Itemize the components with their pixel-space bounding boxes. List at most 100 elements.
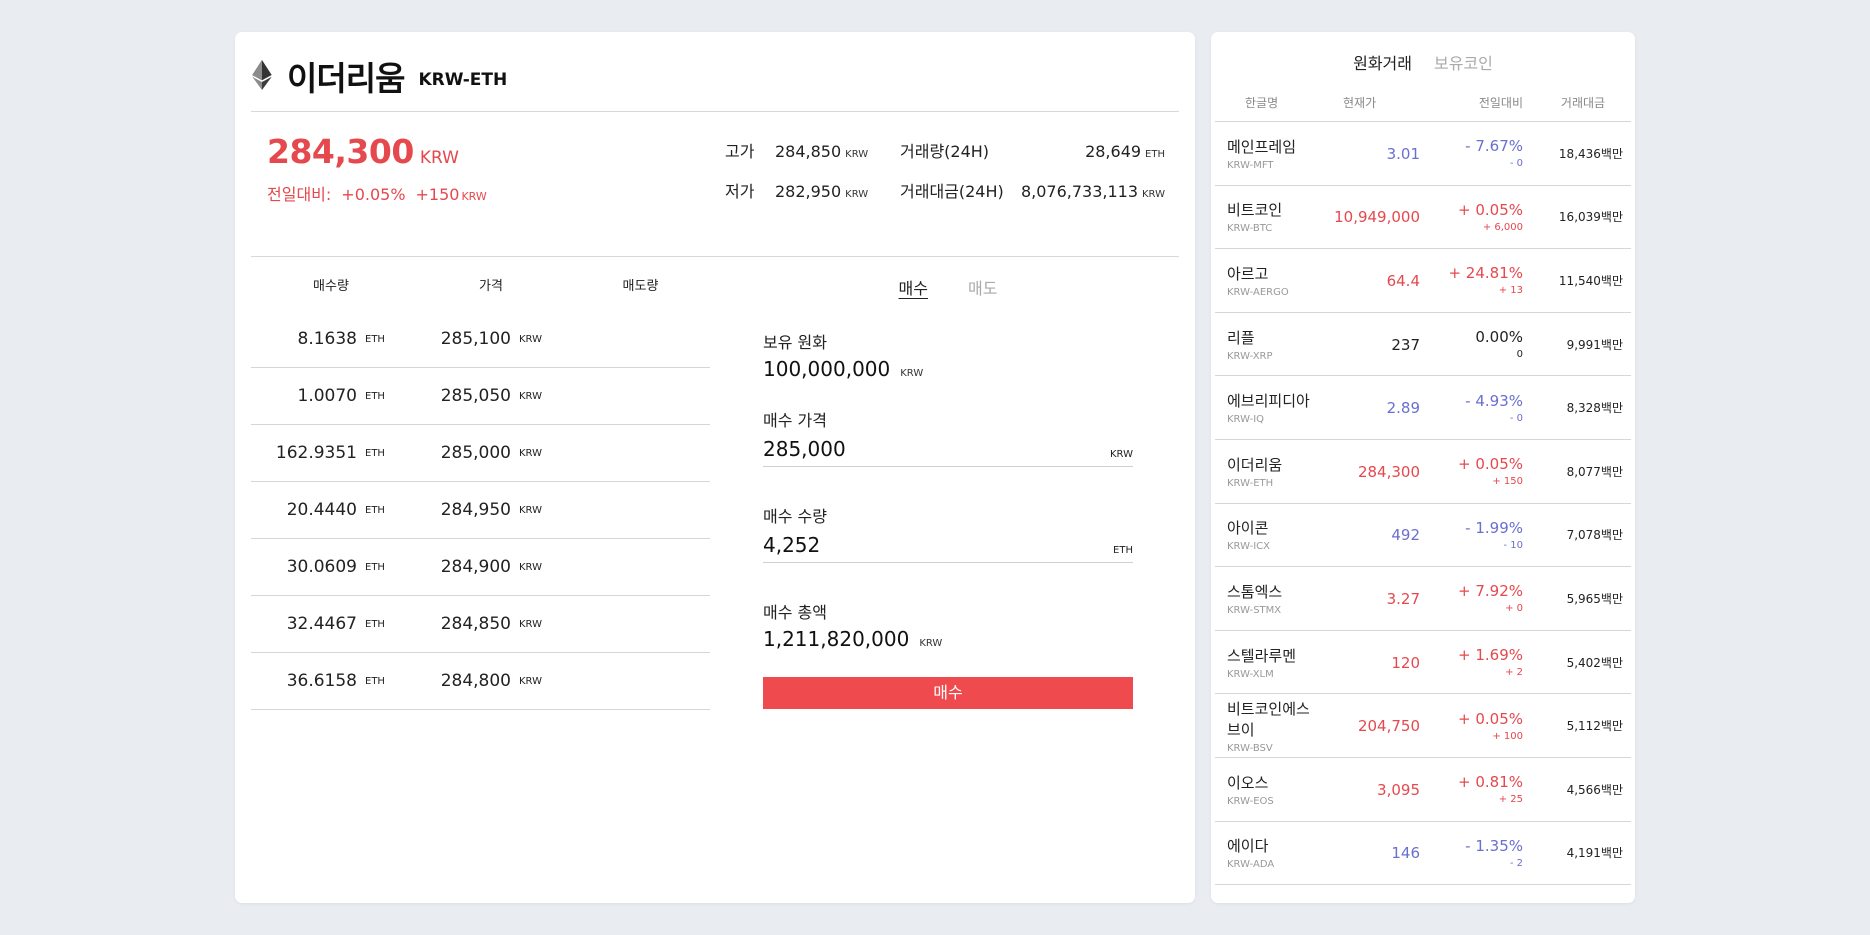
market-row[interactable]: 에브리피디아 KRW-IQ 2.89 - 4.93% - 0 8,328백만 xyxy=(1215,376,1631,440)
market-row[interactable]: 비트코인 KRW-BTC 10,949,000 + 0.05% + 6,000 16,03… xyxy=(1215,186,1631,250)
market-row[interactable]: 아이콘 KRW-ICX 492 - 1.99% - 10 7,078백만 xyxy=(1215,504,1631,568)
buy-price-input[interactable]: 285,000 KRW xyxy=(763,433,1133,467)
coin-trade-amount: 4,566백만 xyxy=(1566,782,1623,797)
balance-label: 보유 원화 xyxy=(763,333,827,352)
buy-qty-label: 매수 수량 xyxy=(763,507,827,526)
header-sell-qty: 매도량 xyxy=(622,278,659,294)
tab-holding-coins[interactable]: 보유코인 xyxy=(1434,50,1493,84)
buy-qty-input[interactable]: 4,252 ETH xyxy=(763,529,1133,563)
volume-label: 거래량(24H) xyxy=(900,142,990,161)
buy-qty: 36.6158 xyxy=(286,671,357,691)
orderbook-row[interactable]: 32.4467 ETH 284,850 KRW xyxy=(251,596,710,653)
order-form: 매수 매도 보유 원화 100,000,000 KRW 매수 가격 285,000… xyxy=(763,257,1133,709)
coin-change-pct: + 0.05% xyxy=(1458,200,1523,219)
coin-trade-amount: 9,991백만 xyxy=(1566,337,1623,352)
header-price: 가격 xyxy=(479,278,503,294)
coin-trade-amount: 7,078백만 xyxy=(1566,528,1623,543)
orderbook-row[interactable]: 162.9351 ETH 285,000 KRW xyxy=(251,425,710,482)
coin-change-pct: + 7.92% xyxy=(1458,582,1523,601)
buy-total-label: 매수 총액 xyxy=(763,603,827,622)
coin-change-pct: + 1.69% xyxy=(1458,646,1523,665)
price-change: 전일대비: +0.05% +150 KRW xyxy=(267,181,487,205)
price-unit: KRW xyxy=(519,390,542,402)
coin-code: KRW-XLM xyxy=(1227,668,1274,680)
market-row[interactable]: 스텔라루멘 KRW-XLM 120 + 1.69% + 2 5,402백만 xyxy=(1215,631,1631,695)
orderbook-row[interactable]: 30.0609 ETH 284,900 KRW xyxy=(251,539,710,596)
coin-change-abs: - 2 xyxy=(1509,857,1523,869)
high-value: 284,850 KRW xyxy=(775,142,869,161)
coin-change-abs: + 150 xyxy=(1492,476,1523,488)
coin-change-abs: - 0 xyxy=(1509,412,1523,424)
order-price: 285,000 xyxy=(440,443,511,463)
coin-code: KRW-IQ xyxy=(1227,414,1265,426)
orderbook-row[interactable]: 1.0070 ETH 285,050 KRW xyxy=(251,368,710,425)
market-row[interactable]: 스톰엑스 KRW-STMX 3.27 + 7.92% + 0 5,965백만 xyxy=(1215,567,1631,631)
order-price: 285,050 xyxy=(440,386,511,406)
trading-panel: 이더리움 KRW-ETH 284,300 KRW 전일대비: +0.05% +1… xyxy=(235,32,1195,903)
coin-price: 492 xyxy=(1391,526,1420,545)
change-pct: +0.05% xyxy=(341,185,406,204)
qty-unit: ETH xyxy=(365,333,385,345)
orderbook-row[interactable]: 8.1638 ETH 285,100 KRW xyxy=(251,311,710,368)
header-buy-qty: 매수량 xyxy=(313,278,349,294)
buy-price-label: 매수 가격 xyxy=(763,411,827,430)
trade-amount-label: 거래대금(24H) xyxy=(900,182,1004,201)
market-row[interactable]: 리플 KRW-XRP 237 0.00% 0 9,991백만 xyxy=(1215,313,1631,377)
current-price: 284,300 xyxy=(267,132,414,171)
coin-name: 리플 xyxy=(1227,328,1255,347)
coin-price: 2.89 xyxy=(1386,399,1420,418)
coin-trade-amount: 11,540백만 xyxy=(1558,273,1623,288)
coin-trade-amount: 5,112백만 xyxy=(1566,719,1623,734)
market-row[interactable]: 비트코인에스브이 KRW-BSV 204,750 + 0.05% + 100 5,112백… xyxy=(1215,694,1631,758)
order-tabs: 매수 매도 xyxy=(763,257,1133,317)
coin-change-abs: + 100 xyxy=(1492,730,1523,742)
buy-qty: 30.0609 xyxy=(286,557,357,577)
orderbook-row[interactable]: 36.6158 ETH 284,800 KRW xyxy=(251,653,710,710)
price-unit: KRW xyxy=(519,561,542,573)
qty-unit: ETH xyxy=(365,504,385,516)
header-trade-amount: 거래대금 xyxy=(1560,96,1606,110)
market-row[interactable]: 이더리움 KRW-ETH 284,300 + 0.05% + 150 8,077백만 xyxy=(1215,440,1631,504)
order-price: 284,950 xyxy=(440,500,511,520)
coin-change-pct: + 0.05% xyxy=(1458,455,1523,474)
tab-buy[interactable]: 매수 xyxy=(899,275,928,299)
price-unit: KRW xyxy=(519,504,542,516)
buy-qty: 32.4467 xyxy=(286,614,357,634)
price-unit: KRW xyxy=(519,447,542,459)
coin-name: 메인프레임 xyxy=(1227,137,1297,156)
qty-unit: ETH xyxy=(365,390,385,402)
coin-change-pct: + 24.81% xyxy=(1448,264,1523,283)
order-price: 284,800 xyxy=(440,671,511,691)
tab-sell[interactable]: 매도 xyxy=(968,275,997,299)
coin-code: KRW-AERGO xyxy=(1227,286,1289,298)
coin-change-abs: + 0 xyxy=(1505,603,1523,615)
market-row[interactable]: 에이다 KRW-ADA 146 - 1.35% - 2 4,191백만 xyxy=(1215,822,1631,886)
coin-name: 에이다 xyxy=(1227,837,1269,856)
coin-change-abs: + 13 xyxy=(1498,285,1523,297)
coin-price: 146 xyxy=(1391,844,1420,863)
ethereum-icon xyxy=(252,59,272,90)
market-row[interactable]: 아르고 KRW-AERGO 64.4 + 24.81% + 13 11,540백만 xyxy=(1215,249,1631,313)
buy-qty: 162.9351 xyxy=(275,443,357,463)
coin-name: 이오스 xyxy=(1227,773,1269,792)
coin-change-pct: + 0.05% xyxy=(1458,709,1523,728)
tab-krw-market[interactable]: 원화거래 xyxy=(1353,50,1412,84)
coin-name: 이더리움 xyxy=(1227,455,1283,474)
market-row[interactable]: 이오스 KRW-EOS 3,095 + 0.81% + 25 4,566백만 xyxy=(1215,758,1631,822)
current-price-unit: KRW xyxy=(419,148,459,168)
coin-change-abs: + 6,000 xyxy=(1482,221,1523,233)
coin-trade-amount: 8,077백만 xyxy=(1566,464,1623,479)
buy-button[interactable]: 매수 xyxy=(763,677,1133,709)
market-table-header: 한글명 현재가 전일대비 거래대금 xyxy=(1215,84,1631,122)
orderbook-row[interactable]: 20.4440 ETH 284,950 KRW xyxy=(251,482,710,539)
coin-trade-amount: 5,402백만 xyxy=(1566,655,1623,670)
coin-trade-amount: 18,436백만 xyxy=(1558,146,1623,161)
coin-change-pct: + 0.81% xyxy=(1458,773,1523,792)
market-row[interactable]: 메인프레임 KRW-MFT 3.01 - 7.67% - 0 18,436백만 xyxy=(1215,122,1631,186)
qty-unit: ETH xyxy=(365,447,385,459)
coin-change-abs: 0 xyxy=(1516,349,1523,361)
coin-change-pct: - 4.93% xyxy=(1465,391,1523,410)
orderbook: 매수량 가격 매도량 8.1638 ETH 285,100 KRW 1.0070 ETH 2… xyxy=(251,257,710,710)
coin-code: KRW-MFT xyxy=(1227,159,1274,171)
coin-price: 3,095 xyxy=(1377,780,1420,799)
